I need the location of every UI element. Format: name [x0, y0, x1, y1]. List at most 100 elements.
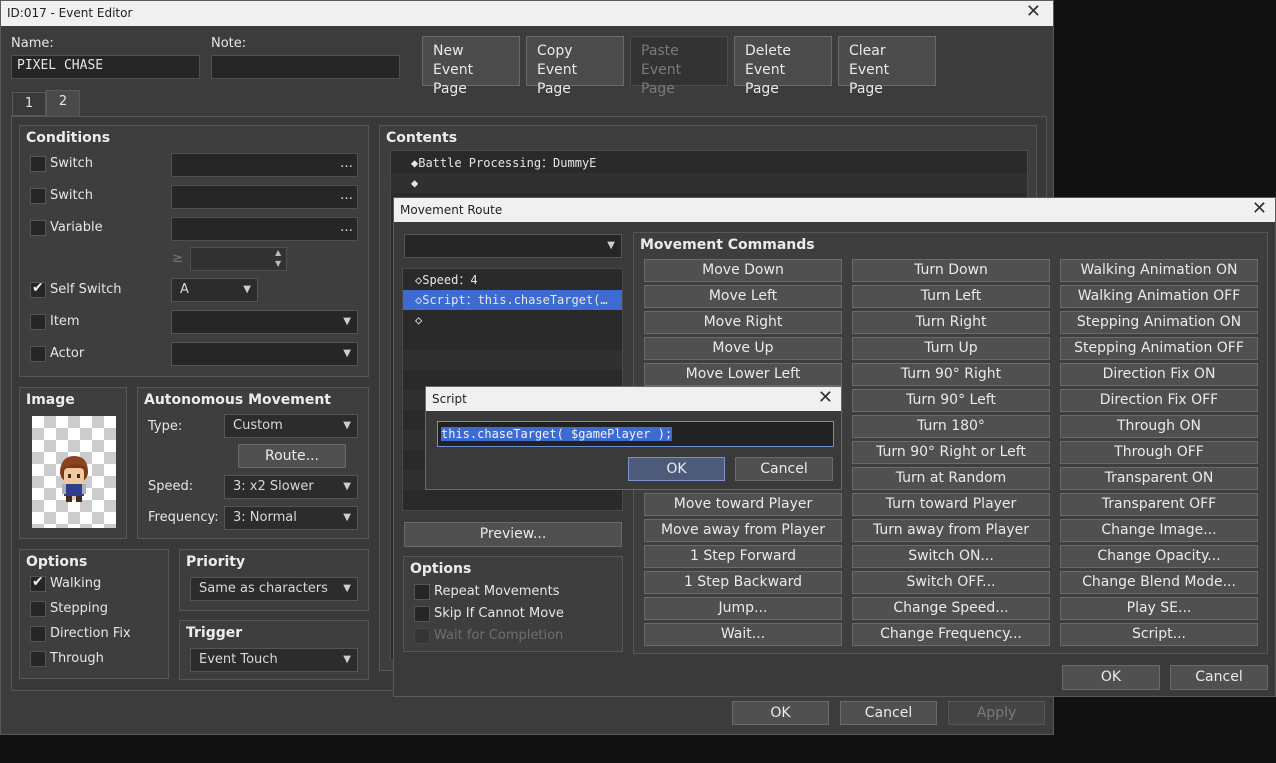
through-checkbox[interactable]	[30, 651, 46, 667]
clear-event-page-button[interactable]: Clear Event Page	[838, 36, 936, 97]
movement-command-button[interactable]: Change Opacity...	[1060, 545, 1258, 568]
image-group: Image	[19, 387, 127, 539]
movement-command-button[interactable]: Jump...	[644, 597, 842, 620]
movement-command-button[interactable]: Turn 90° Right or Left	[852, 441, 1050, 464]
item-checkbox[interactable]	[30, 314, 46, 330]
actor-dropdown[interactable]: ▼	[171, 342, 358, 366]
paste-event-page-button[interactable]: Paste Event Page	[630, 36, 728, 97]
route-row[interactable]: ◇Speed：4	[403, 270, 622, 290]
preview-button[interactable]: Preview...	[404, 522, 622, 547]
wait-for-completion-checkbox[interactable]	[414, 628, 430, 644]
priority-dropdown[interactable]: Same as characters ▼	[190, 577, 358, 601]
movement-command-button[interactable]: Turn 180°	[852, 415, 1050, 438]
character-image-preview[interactable]	[32, 416, 116, 528]
movement-command-button[interactable]: Turn 90° Left	[852, 389, 1050, 412]
close-icon[interactable]: ✕	[818, 387, 833, 409]
ok-button[interactable]: OK	[732, 701, 829, 725]
direction-fix-checkbox[interactable]	[30, 626, 46, 642]
movement-command-button[interactable]: Turn toward Player	[852, 493, 1050, 516]
close-icon[interactable]: ✕	[1026, 1, 1041, 23]
speed-dropdown[interactable]: 3: x2 Slower ▼	[224, 475, 358, 499]
delete-event-page-button[interactable]: Delete Event Page	[734, 36, 832, 97]
movement-command-button[interactable]: Stepping Animation OFF	[1060, 337, 1258, 360]
variable-value-spinner[interactable]	[190, 247, 287, 271]
movement-command-button[interactable]: Stepping Animation ON	[1060, 311, 1258, 334]
stepping-checkbox[interactable]	[30, 601, 46, 617]
switch1-checkbox[interactable]	[30, 156, 46, 172]
repeat-movements-checkbox[interactable]	[414, 584, 430, 600]
copy-event-page-button[interactable]: Copy Event Page	[526, 36, 624, 97]
variable-checkbox[interactable]	[30, 220, 46, 236]
script-input[interactable]: this.chaseTarget( $gamePlayer );	[437, 421, 834, 447]
movement-command-button[interactable]: Turn Left	[852, 285, 1050, 308]
route-cancel-button[interactable]: Cancel	[1170, 665, 1268, 690]
movement-command-button[interactable]: Move toward Player	[644, 493, 842, 516]
item-dropdown[interactable]: ▼	[171, 310, 358, 334]
frequency-dropdown[interactable]: 3: Normal ▼	[224, 506, 358, 530]
switch2-selector[interactable]	[171, 185, 358, 209]
switch1-ellipsis[interactable]: …	[340, 156, 353, 171]
route-row[interactable]: ◇	[403, 310, 622, 330]
movement-command-button[interactable]: Script...	[1060, 623, 1258, 646]
contents-row[interactable]: ◆	[391, 173, 1027, 193]
new-event-page-button[interactable]: New Event Page	[422, 36, 520, 97]
variable-selector[interactable]	[171, 217, 358, 241]
movement-command-button[interactable]: Turn at Random	[852, 467, 1050, 490]
movement-command-button[interactable]: 1 Step Forward	[644, 545, 842, 568]
movement-command-button[interactable]: Switch ON...	[852, 545, 1050, 568]
route-target-dropdown[interactable]: ▼	[404, 234, 622, 258]
movement-command-button[interactable]: Walking Animation OFF	[1060, 285, 1258, 308]
movement-command-button[interactable]: Through OFF	[1060, 441, 1258, 464]
movement-command-button[interactable]: Move Right	[644, 311, 842, 334]
movement-command-button[interactable]: Turn Up	[852, 337, 1050, 360]
movement-command-button[interactable]: Change Image...	[1060, 519, 1258, 542]
movement-command-button[interactable]: Change Speed...	[852, 597, 1050, 620]
route-ok-button[interactable]: OK	[1062, 665, 1160, 690]
movement-command-button[interactable]: Turn 90° Right	[852, 363, 1050, 386]
route-row[interactable]: ◇Script：this.chaseTarget(…	[403, 290, 622, 310]
switch1-selector[interactable]	[171, 153, 358, 177]
movement-command-button[interactable]: 1 Step Backward	[644, 571, 842, 594]
movement-command-button[interactable]: Transparent OFF	[1060, 493, 1258, 516]
switch2-checkbox[interactable]	[30, 188, 46, 204]
movement-command-button[interactable]: Move away from Player	[644, 519, 842, 542]
variable-ellipsis[interactable]: …	[340, 220, 353, 235]
movement-command-button[interactable]: Wait...	[644, 623, 842, 646]
self-switch-checkbox[interactable]	[30, 280, 46, 298]
movement-command-button[interactable]: Play SE...	[1060, 597, 1258, 620]
skip-if-cannot-move-checkbox[interactable]	[414, 606, 430, 622]
switch2-ellipsis[interactable]: …	[340, 188, 353, 203]
movement-command-button[interactable]: Move Up	[644, 337, 842, 360]
movement-command-button[interactable]: Change Blend Mode...	[1060, 571, 1258, 594]
close-icon[interactable]: ✕	[1252, 198, 1267, 220]
tab-page-1[interactable]: 1	[12, 92, 46, 116]
spinner-arrows-icon[interactable]: ▲ ▼	[275, 247, 281, 269]
tab-page-2[interactable]: 2	[46, 90, 80, 117]
movement-command-button[interactable]: Walking Animation ON	[1060, 259, 1258, 282]
type-dropdown[interactable]: Custom ▼	[224, 414, 358, 438]
cancel-button[interactable]: Cancel	[840, 701, 937, 725]
route-button[interactable]: Route...	[238, 444, 346, 468]
actor-checkbox[interactable]	[30, 346, 46, 362]
movement-command-button[interactable]: Direction Fix ON	[1060, 363, 1258, 386]
movement-command-button[interactable]: Turn away from Player	[852, 519, 1050, 542]
script-ok-button[interactable]: OK	[628, 457, 725, 481]
apply-button[interactable]: Apply	[948, 701, 1045, 725]
movement-command-button[interactable]: Move Lower Left	[644, 363, 842, 386]
movement-command-button[interactable]: Move Down	[644, 259, 842, 282]
trigger-dropdown[interactable]: Event Touch ▼	[190, 648, 358, 672]
name-field[interactable]: PIXEL CHASE	[11, 55, 200, 79]
movement-command-button[interactable]: Through ON	[1060, 415, 1258, 438]
movement-command-button[interactable]: Switch OFF...	[852, 571, 1050, 594]
movement-command-button[interactable]: Turn Right	[852, 311, 1050, 334]
contents-row[interactable]: ◆Battle Processing：DummyE	[391, 153, 1027, 173]
movement-command-button[interactable]: Move Left	[644, 285, 842, 308]
movement-command-button[interactable]: Change Frequency...	[852, 623, 1050, 646]
movement-command-button[interactable]: Direction Fix OFF	[1060, 389, 1258, 412]
script-cancel-button[interactable]: Cancel	[735, 457, 833, 481]
walking-checkbox[interactable]	[30, 574, 46, 592]
self-switch-dropdown[interactable]: A ▼	[171, 278, 258, 302]
note-field[interactable]	[211, 55, 400, 79]
movement-command-button[interactable]: Turn Down	[852, 259, 1050, 282]
movement-command-button[interactable]: Transparent ON	[1060, 467, 1258, 490]
